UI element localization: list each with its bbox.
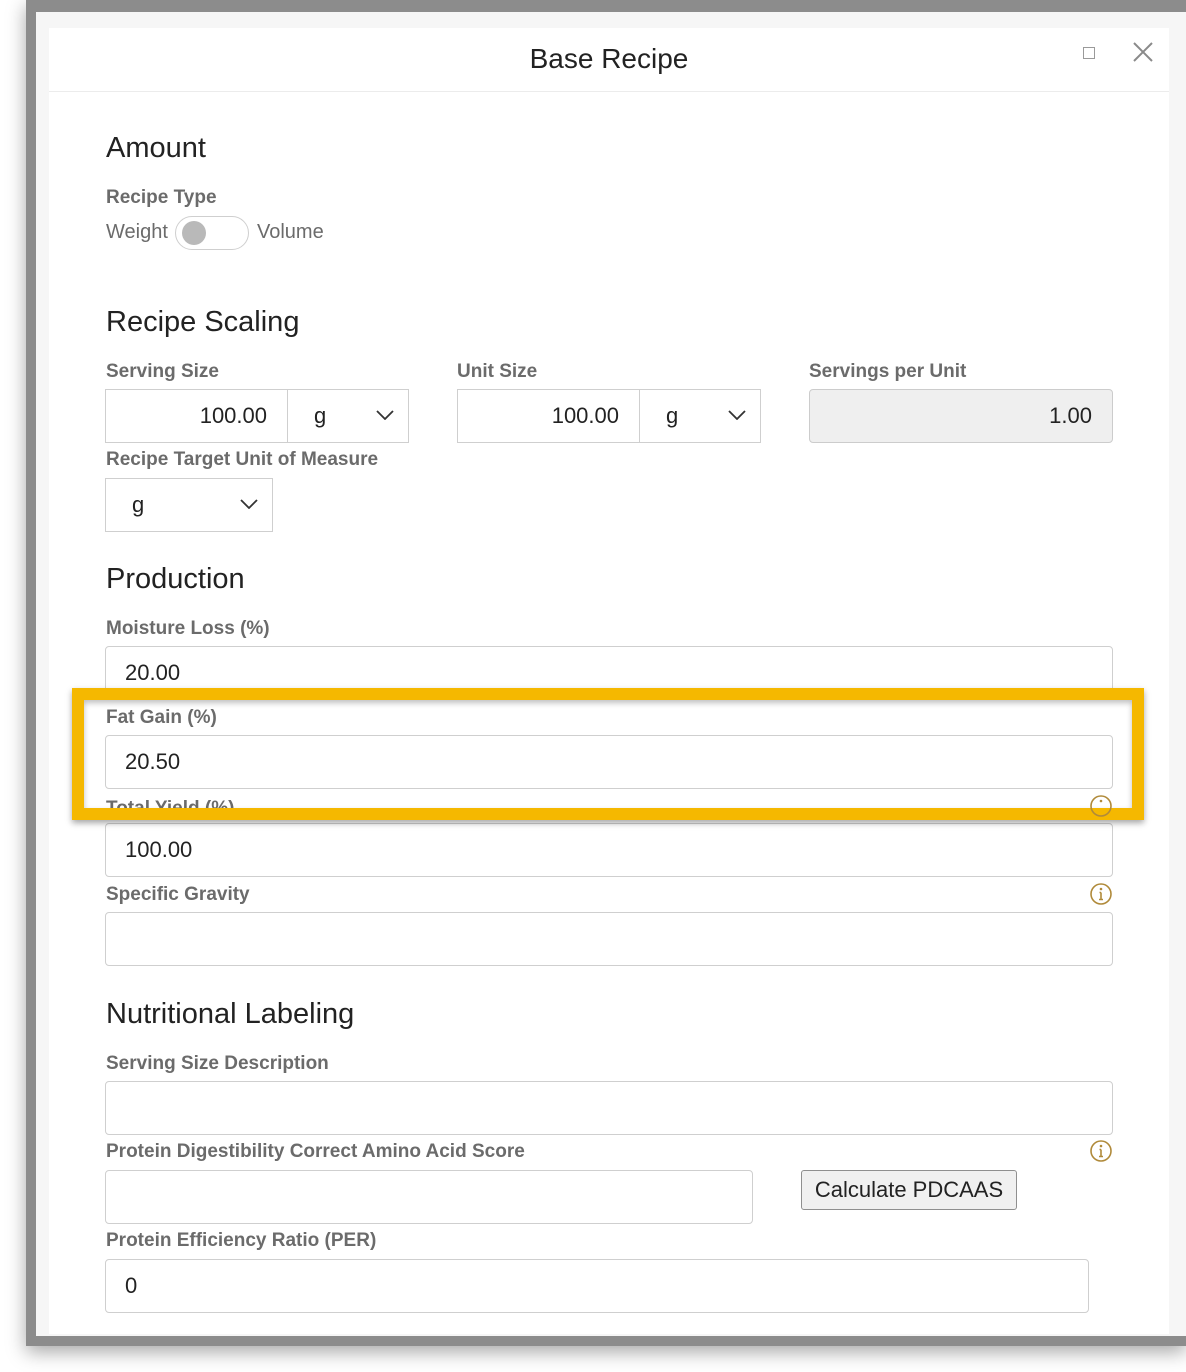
moisture-loss-input[interactable]: 20.00 <box>105 646 1113 700</box>
target-uom-value: g <box>132 492 145 517</box>
serving-size-description-label: Serving Size Description <box>106 1053 329 1074</box>
total-yield-input[interactable]: 100.00 <box>105 823 1113 877</box>
unit-size-input[interactable]: 100.00 <box>457 389 640 443</box>
chevron-down-icon <box>728 410 746 420</box>
serving-size-unit-select[interactable]: g <box>287 389 409 443</box>
unit-size-unit-select[interactable]: g <box>639 389 761 443</box>
maximize-icon[interactable] <box>1083 47 1095 59</box>
chevron-down-icon <box>376 410 394 420</box>
serving-size-unit-value: g <box>314 403 327 428</box>
info-icon[interactable] <box>1089 1139 1113 1163</box>
total-yield-label: Total Yield (%) <box>106 798 234 808</box>
serving-size-input[interactable]: 100.00 <box>105 389 288 443</box>
per-label: Protein Efficiency Ratio (PER) <box>106 1230 377 1251</box>
target-uom-label: Recipe Target Unit of Measure <box>106 449 379 470</box>
info-icon[interactable] <box>1089 882 1113 906</box>
pdcaas-input[interactable] <box>105 1170 753 1224</box>
chevron-down-icon <box>240 499 258 509</box>
fat-gain-input[interactable]: 20.50 <box>105 735 1113 789</box>
dialog-header: Base Recipe <box>49 28 1169 92</box>
per-input[interactable]: 0 <box>105 1259 1089 1313</box>
specific-gravity-label: Specific Gravity <box>106 884 250 905</box>
servings-per-unit-readonly: 1.00 <box>809 389 1113 443</box>
calculate-pdcaas-button[interactable]: Calculate PDCAAS <box>801 1170 1017 1210</box>
close-icon[interactable] <box>1131 40 1155 64</box>
section-title-nutritional-labeling: Nutritional Labeling <box>106 998 355 1030</box>
serving-size-description-input[interactable] <box>105 1081 1113 1135</box>
toggle-weight-label: Weight <box>106 221 168 243</box>
servings-per-unit-label: Servings per Unit <box>809 361 967 382</box>
specific-gravity-input[interactable] <box>105 912 1113 966</box>
section-title-recipe-scaling: Recipe Scaling <box>106 306 300 338</box>
fat-gain-label: Fat Gain (%) <box>106 707 217 728</box>
section-title-production: Production <box>106 563 245 595</box>
recipe-type-toggle[interactable] <box>175 216 249 250</box>
dialog-title: Base Recipe <box>529 43 689 74</box>
target-uom-select[interactable]: g <box>105 478 273 532</box>
section-title-amount: Amount <box>106 132 206 164</box>
serving-size-label: Serving Size <box>106 361 219 382</box>
toggle-volume-label: Volume <box>257 221 324 243</box>
unit-size-label: Unit Size <box>457 361 538 382</box>
pdcaas-label: Protein Digestibility Correct Amino Acid… <box>106 1141 525 1162</box>
info-icon[interactable] <box>1089 794 1113 818</box>
base-recipe-dialog: Base Recipe Amount Recipe Type Weight Vo… <box>49 28 1169 1334</box>
moisture-loss-label: Moisture Loss (%) <box>106 618 270 639</box>
toggle-knob <box>182 221 206 245</box>
recipe-type-label: Recipe Type <box>106 187 217 208</box>
unit-size-unit-value: g <box>666 403 679 428</box>
